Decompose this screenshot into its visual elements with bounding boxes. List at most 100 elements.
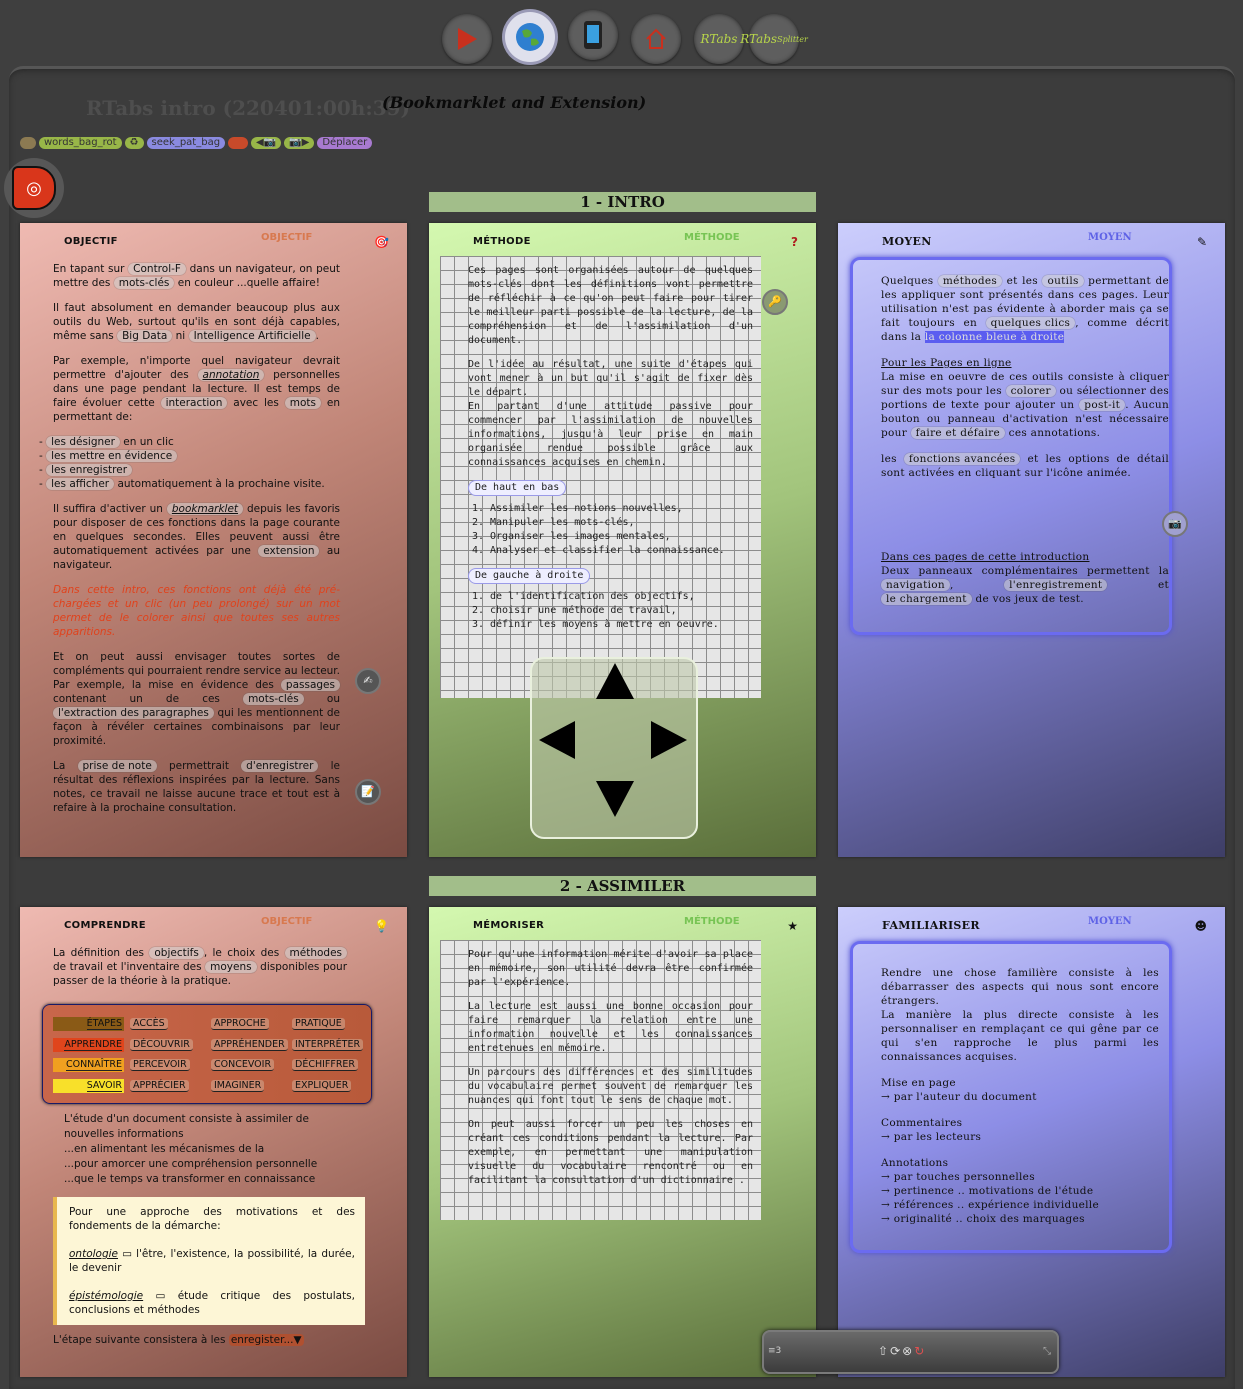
target-icon[interactable]: 🎯 (374, 235, 389, 249)
table-cell[interactable]: INTERPRÉTER (286, 1038, 367, 1052)
ontologie-link[interactable]: ontologie (69, 1248, 118, 1260)
keyword-chip[interactable]: colorer (1005, 385, 1056, 397)
list-item: Organiser les images mentales, (490, 530, 753, 544)
keyword-chip[interactable]: extension (258, 545, 320, 557)
keyword-chip[interactable]: annotation (197, 369, 265, 381)
table-cell[interactable]: IMAGINER (205, 1079, 286, 1093)
phone-button[interactable] (568, 10, 618, 60)
resize-icon[interactable]: ⤡ (1043, 1346, 1051, 1357)
table-cell[interactable]: APPRÉHENDER (205, 1038, 288, 1052)
reload-icon[interactable]: ↻ (914, 1344, 924, 1358)
keyword-chip[interactable]: faire et défaire (910, 427, 1005, 439)
subheading: De gauche à droite (468, 568, 591, 584)
app-logo[interactable]: ◎ (4, 158, 64, 218)
keyword-chip[interactable]: les enregistrer (46, 464, 133, 476)
rtabs-splitter-button[interactable]: RTabs Splitter (740, 14, 808, 64)
panel-tag: MÉTHODE (684, 916, 740, 927)
keyword-chip[interactable]: les afficher (46, 478, 115, 490)
home-button[interactable] (631, 14, 681, 64)
keyword-chip[interactable]: mots-clés (113, 277, 175, 289)
panel-tag: MÉTHODE (684, 232, 740, 243)
keyword-chip[interactable]: Control-F (128, 263, 186, 275)
record-icon: ◎ (12, 166, 56, 210)
bookmark-icon[interactable]: ⇧ (878, 1344, 888, 1358)
table-head-cell: CONNAÎTRE (53, 1058, 124, 1072)
tag-toolbar: words_bag_rot ♻ seek_pat_bag ◀📷 📷▶ Dépla… (20, 137, 373, 149)
arrow-right-icon[interactable] (651, 721, 687, 759)
move-pill[interactable]: Déplacer (317, 137, 373, 149)
highlight[interactable]: la colonne bleue à droite (924, 331, 1065, 343)
drag-handle[interactable] (20, 137, 36, 149)
keyword-chip[interactable]: moyens (205, 961, 257, 973)
text: Deux panneaux complémentaires permettent… (881, 565, 1169, 577)
keyword-chip[interactable]: mots (284, 397, 321, 409)
words-bag-pill[interactable]: words_bag_rot (39, 137, 122, 149)
keyword-chip[interactable]: l'extraction des paragraphes (53, 707, 214, 719)
next-step-link[interactable]: enregister...▼ (228, 1334, 304, 1346)
text: avec les (233, 397, 279, 409)
camera-back-icon[interactable]: ◀📷 (251, 137, 282, 149)
table-cell[interactable]: ACCÈS (124, 1017, 205, 1031)
table-cell[interactable]: APPRÉCIER (124, 1079, 205, 1093)
keyword-chip[interactable]: les mettre en évidence (46, 450, 178, 462)
text: Il suffira d'activer un (53, 503, 163, 515)
highlight-tool-icon[interactable]: ✍ (355, 668, 381, 694)
subheading: Mise en page (881, 1077, 956, 1089)
arrow-up-icon[interactable] (596, 663, 634, 699)
close-icon[interactable]: ⊗ (902, 1344, 912, 1358)
camera-icon[interactable]: 📷 (1162, 511, 1188, 537)
epistemologie-link[interactable]: épistémologie (69, 1290, 143, 1302)
phone-icon (584, 21, 602, 49)
question-icon[interactable]: ? (791, 235, 798, 249)
keyword-chip[interactable]: l'enregistrement (1004, 579, 1108, 591)
rtabs-button[interactable]: RTabs (694, 14, 744, 64)
keyword-chip[interactable]: interaction (160, 397, 228, 409)
arrow-left-icon[interactable] (539, 721, 575, 759)
keyword-chip[interactable]: d'enregistrer (241, 760, 319, 772)
action-list: - les désigner en un clic - les mettre e… (39, 435, 340, 491)
camera-forward-icon[interactable]: 📷▶ (284, 137, 315, 149)
keyword-chip[interactable]: méthodes (284, 947, 348, 959)
keyword-chip[interactable]: les désigner (46, 436, 120, 448)
key-icon[interactable]: 🔑 (762, 289, 788, 315)
table-cell[interactable]: PRATIQUE (286, 1017, 367, 1031)
keyword-chip[interactable]: objectifs (149, 947, 204, 959)
panel-objectif: OBJECTIF OBJECTIF 🎯 En tapant sur Contro… (20, 223, 407, 857)
paragraph: Pour qu'une information mérite d'avoir s… (468, 949, 753, 988)
seek-pat-pill[interactable]: seek_pat_bag (146, 137, 226, 149)
book-icon[interactable]: ▭ (155, 1290, 165, 1302)
play-button[interactable] (442, 14, 492, 64)
lightbulb-icon[interactable]: 💡 (374, 919, 389, 933)
sync-icon[interactable]: ⟳ (890, 1344, 900, 1358)
table-cell[interactable]: DÉCHIFFRER (286, 1058, 367, 1072)
table-cell[interactable]: CONCEVOIR (205, 1058, 286, 1072)
keyword-chip[interactable]: passages (280, 679, 340, 691)
keyword-chip[interactable]: Intelligence Artificielle (188, 330, 316, 342)
table-cell[interactable]: DÉCOUVRIR (124, 1038, 205, 1052)
keyword-chip[interactable]: bookmarklet (166, 503, 244, 515)
keyword-chip[interactable]: Big Data (117, 330, 173, 342)
book-icon[interactable]: ▭ (122, 1248, 132, 1260)
close-pill[interactable] (228, 137, 249, 149)
table-cell[interactable]: APPROCHE (205, 1017, 286, 1031)
panel-title: MOYEN (882, 235, 932, 248)
arrow-down-icon[interactable] (596, 781, 634, 817)
keyword-chip[interactable]: post-it (1079, 399, 1126, 411)
star-icon[interactable]: ★ (787, 919, 798, 933)
keyword-chip[interactable]: prise de note (77, 760, 157, 772)
globe-button[interactable] (505, 12, 555, 62)
keyword-chip[interactable]: fonctions avancées (903, 453, 1021, 465)
refresh-icon[interactable]: ♻ (124, 137, 144, 149)
table-cell[interactable]: EXPLIQUER (286, 1079, 367, 1093)
keyword-chip[interactable]: méthodes (937, 275, 1003, 287)
note-tool-icon[interactable]: 📝 (355, 779, 381, 805)
table-cell[interactable]: PERCEVOIR (124, 1058, 205, 1072)
keyword-chip[interactable]: quelques clics (985, 317, 1076, 329)
keyword-chip[interactable]: le chargement (881, 593, 972, 605)
keyword-chip[interactable]: outils (1042, 275, 1084, 287)
keyword-chip[interactable]: mots-clés (243, 693, 304, 705)
pencil-icon[interactable]: ✎ (1197, 235, 1207, 249)
text: contenant un de ces (53, 693, 220, 705)
keyword-chip[interactable]: navigation (881, 579, 950, 591)
smiley-icon[interactable]: ☻ (1194, 919, 1207, 933)
